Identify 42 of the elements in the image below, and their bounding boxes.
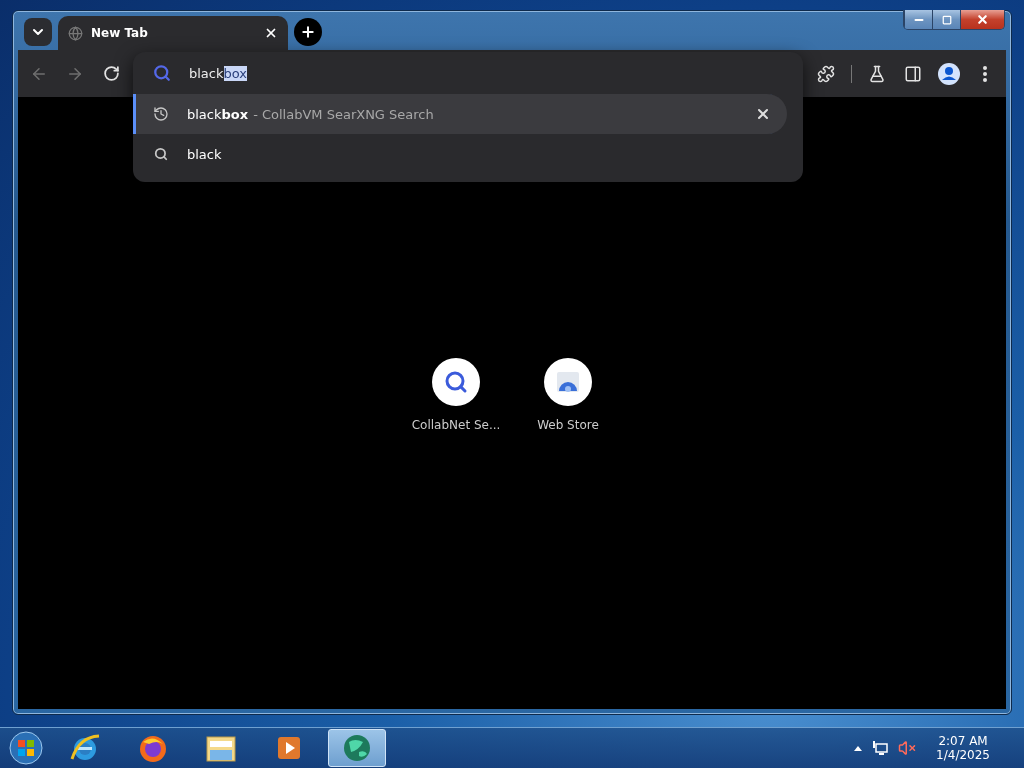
network-icon[interactable] — [872, 740, 889, 756]
maximize-button[interactable] — [932, 10, 960, 29]
reload-icon — [102, 65, 120, 82]
profile-button[interactable] — [938, 62, 960, 85]
show-hidden-icons-icon[interactable] — [854, 745, 863, 751]
start-button[interactable] — [6, 729, 46, 767]
plus-icon — [300, 24, 316, 40]
puzzle-icon — [817, 64, 835, 83]
tab[interactable]: New Tab — [58, 16, 288, 50]
browser-e-icon — [69, 733, 101, 763]
tab-search-button[interactable] — [24, 18, 52, 46]
clock[interactable]: 2:07 AM 1/4/2025 — [936, 734, 990, 762]
person-icon — [938, 62, 960, 85]
search-icon — [444, 370, 468, 394]
media-player-icon — [275, 734, 303, 762]
shortcut-label: Web Store — [537, 418, 599, 432]
suggestion-text: black — [187, 146, 222, 162]
suggestion-text: blackbox — [187, 106, 249, 122]
close-tab-icon[interactable] — [264, 26, 278, 40]
suggestion-description: - CollabVM SearXNG Search — [253, 106, 435, 122]
remove-icon[interactable] — [755, 106, 771, 122]
search-icon — [153, 64, 171, 82]
minimize-button[interactable] — [904, 10, 932, 29]
search-icon — [154, 147, 168, 161]
suggestion-row[interactable]: blackbox - CollabVM SearXNG Search — [133, 94, 787, 134]
shortcut-label: CollabNet Se... — [411, 418, 501, 432]
globe-icon — [341, 732, 373, 764]
close-icon — [976, 13, 989, 26]
flask-icon — [868, 64, 886, 83]
volume-icon[interactable] — [898, 739, 917, 757]
windows-logo-icon — [9, 731, 43, 765]
history-icon — [153, 106, 169, 122]
side-panel-icon — [904, 64, 922, 83]
maximize-icon — [941, 14, 952, 25]
shortcut[interactable]: Web Store — [528, 358, 608, 432]
suggestion-row[interactable]: black — [133, 134, 787, 174]
globe-icon — [68, 25, 83, 41]
new-tab-button[interactable] — [294, 18, 322, 46]
tab-title: New Tab — [91, 26, 149, 40]
menu-icon — [983, 65, 987, 82]
close-button[interactable] — [960, 10, 1004, 29]
store-icon — [555, 371, 581, 393]
